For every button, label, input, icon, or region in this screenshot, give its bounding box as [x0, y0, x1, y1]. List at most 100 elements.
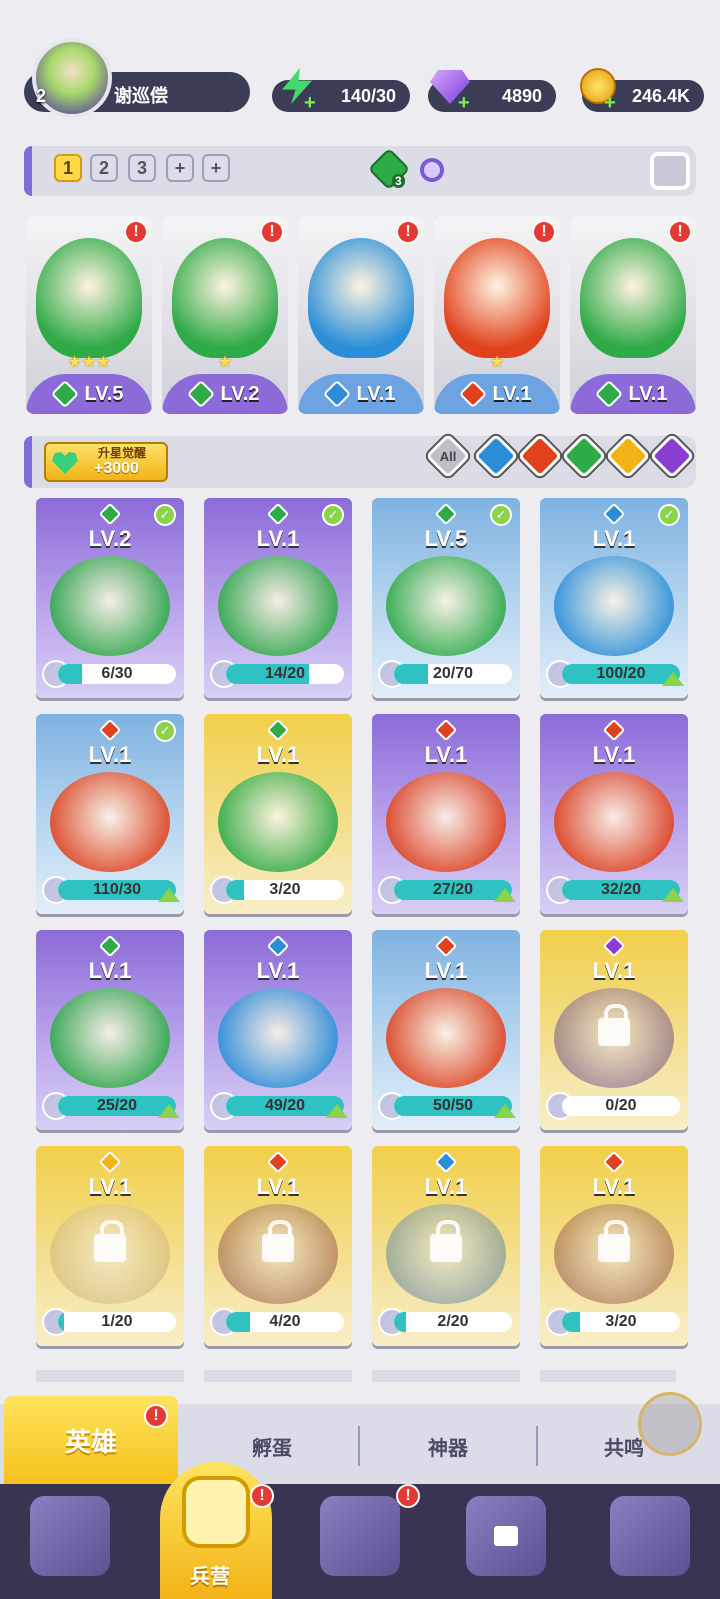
wind-element-icon [594, 379, 623, 409]
hero-level: LV.1 [592, 526, 636, 551]
hero-card[interactable]: LV.1 3/20 [204, 714, 352, 914]
hero-stars: ★★★ [67, 354, 111, 371]
coins-plus-icon[interactable]: + [604, 92, 616, 115]
hero-level: LV.5 [84, 382, 124, 405]
team-hero-card[interactable]: ★★★ LV.5! [26, 216, 152, 414]
hero-level: LV.1 [592, 1174, 636, 1199]
hero-card[interactable]: LV.1 27/20 [372, 714, 520, 914]
team-hero-card[interactable]: ★ LV.2! [162, 216, 288, 414]
wind-element-icon [266, 718, 290, 742]
hero-level: LV.1 [256, 1174, 300, 1199]
hero-card[interactable]: LV.1 0/20 [540, 930, 688, 1130]
hero-card[interactable]: LV.1 3/20 [540, 1146, 688, 1346]
hero-shard-progress: 3/20 [562, 1312, 680, 1332]
hero-level: LV.1 [88, 742, 132, 767]
hero-portrait [386, 772, 506, 872]
hero-portrait [50, 772, 170, 872]
hero-shard-progress: 0/20 [562, 1096, 680, 1116]
hero-card[interactable]: LV.1 50/50 [372, 930, 520, 1130]
wind-element-icon [434, 502, 458, 526]
energy-plus-icon[interactable]: + [304, 92, 316, 115]
progress-text: 1/20 [101, 1313, 133, 1330]
team-slot-add-2[interactable]: + [202, 154, 230, 182]
hero-card[interactable]: LV.1 2/20 [372, 1146, 520, 1346]
progress-text: 20/70 [432, 665, 474, 682]
progress-fill [58, 664, 82, 684]
hero-card[interactable]: LV.2 6/30 ✓ [36, 498, 184, 698]
progress-fill [58, 1312, 64, 1332]
dark-element-icon [602, 934, 626, 958]
progress-fill [562, 1312, 580, 1332]
fire-element-icon [98, 718, 122, 742]
cards-nav-icon[interactable] [30, 1496, 110, 1576]
hero-level-bar: LV.1 [298, 374, 424, 414]
team-slot-add-1[interactable]: + [166, 154, 194, 182]
hero-card[interactable]: LV.1 4/20 [204, 1146, 352, 1346]
progress-text: 27/20 [432, 881, 474, 898]
wind-element-icon [98, 502, 122, 526]
hero-level: LV.1 [356, 382, 396, 405]
next-row-hint [36, 1370, 676, 1382]
share-icon[interactable] [650, 152, 690, 190]
team-toolbar [24, 146, 696, 196]
fire-element-icon [602, 718, 626, 742]
progress-text: 50/50 [432, 1097, 474, 1114]
hero-portrait [50, 556, 170, 656]
hero-portrait [50, 988, 170, 1088]
lock-icon [430, 1220, 462, 1262]
team-hero-card[interactable]: LV.1! [570, 216, 696, 414]
hero-card[interactable]: LV.1 32/20 [540, 714, 688, 914]
filter-all-label: All [439, 449, 457, 464]
hero-portrait [308, 238, 414, 358]
hero-level-bar: LV.1 [570, 374, 696, 414]
team-slot-1[interactable]: 1 [54, 154, 82, 182]
guild-nav-icon[interactable] [610, 1496, 690, 1576]
gems-plus-icon[interactable]: + [458, 92, 470, 115]
progress-text: 0/20 [605, 1097, 637, 1114]
barracks-nav-alert: ! [250, 1484, 274, 1508]
upgrade-arrow-icon [662, 672, 684, 686]
hero-alert: ! [124, 220, 148, 244]
hero-card[interactable]: LV.1 100/20 ✓ [540, 498, 688, 698]
hero-stars: ★ [489, 354, 505, 371]
fire-element-icon [602, 1150, 626, 1174]
hero-alert: ! [532, 220, 556, 244]
floating-assist-button[interactable] [638, 1392, 702, 1456]
gems-value: 4890 [501, 85, 542, 106]
hero-stars: ★ [217, 354, 233, 371]
team-toolbar-accent [24, 146, 32, 196]
hero-level: LV.1 [592, 742, 636, 767]
lock-icon [598, 1220, 630, 1262]
coins-value: 246.4K [631, 85, 690, 106]
hero-level: LV.1 [88, 958, 132, 983]
search-icon[interactable] [420, 158, 444, 182]
water-element-icon [602, 502, 626, 526]
map-nav-icon[interactable] [320, 1496, 400, 1576]
hero-shard-progress: 2/20 [394, 1312, 512, 1332]
progress-text: 110/30 [92, 881, 142, 898]
progress-text: 25/20 [96, 1097, 138, 1114]
subtab-artifact[interactable]: 神器 [362, 1412, 534, 1480]
wind-element-icon [186, 379, 215, 409]
team-hero-card[interactable]: LV.1! [298, 216, 424, 414]
hero-card[interactable]: LV.1 14/20 ✓ [204, 498, 352, 698]
progress-text: 4/20 [269, 1313, 301, 1330]
team-slot-2[interactable]: 2 [90, 154, 118, 182]
hero-level: LV.1 [592, 958, 636, 983]
hero-card[interactable]: LV.1 1/20 [36, 1146, 184, 1346]
team-hero-card[interactable]: ★ LV.1! [434, 216, 560, 414]
hero-level: LV.2 [220, 382, 260, 405]
hero-card[interactable]: LV.1 25/20 [36, 930, 184, 1130]
hero-portrait [444, 238, 550, 358]
fire-element-icon [458, 379, 487, 409]
hero-level-bar: LV.1 [434, 374, 560, 414]
team-slot-3[interactable]: 3 [128, 154, 156, 182]
fire-element-icon [434, 718, 458, 742]
hero-card[interactable]: LV.1 49/20 [204, 930, 352, 1130]
progress-fill [226, 880, 244, 900]
hero-card[interactable]: LV.1 110/30 ✓ [36, 714, 184, 914]
hero-shard-progress: 20/70 [394, 664, 512, 684]
energy-value: 140/30 [340, 85, 396, 106]
hero-card[interactable]: LV.5 20/70 ✓ [372, 498, 520, 698]
check-icon: ✓ [490, 504, 512, 526]
